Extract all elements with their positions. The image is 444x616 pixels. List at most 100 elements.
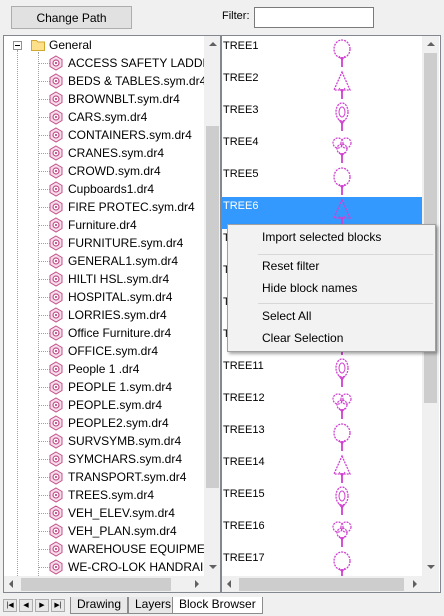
library-tree[interactable]: General ACCESS SAFETY LADDER.s BEDS & TAB… bbox=[3, 35, 221, 593]
menu-item-clear-selection[interactable]: Clear Selection bbox=[262, 331, 343, 345]
menu-item-select-all[interactable]: Select All bbox=[262, 309, 311, 323]
tab-layers[interactable]: Layers bbox=[128, 597, 179, 614]
block-item[interactable]: TREE4 bbox=[222, 133, 422, 165]
tree-item[interactable]: HILTI HSL.sym.dr4 bbox=[48, 270, 204, 288]
tree-item[interactable]: PEOPLE 1.sym.dr4 bbox=[48, 378, 204, 396]
tree-item[interactable]: LORRIES.sym.dr4 bbox=[48, 306, 204, 324]
symbol-file-icon bbox=[49, 109, 63, 125]
tree-item-label: CROWD.sym.dr4 bbox=[68, 164, 161, 178]
tree-symbol-icon bbox=[335, 486, 349, 515]
tree-item[interactable]: PEOPLE2.sym.dr4 bbox=[48, 414, 204, 432]
tree-vertical-scrollbar[interactable] bbox=[204, 36, 220, 576]
tree-item[interactable]: SURVSYMB.sym.dr4 bbox=[48, 432, 204, 450]
block-item[interactable]: TREE13 bbox=[222, 421, 422, 453]
block-item[interactable]: TREE5 bbox=[222, 165, 422, 197]
tree-item-label: LORRIES.sym.dr4 bbox=[68, 308, 167, 322]
tree-scroll-thumb[interactable] bbox=[206, 126, 219, 488]
tree-item[interactable]: ACCESS SAFETY LADDER.s bbox=[48, 54, 204, 72]
tree-item-label: FURNITURE.sym.dr4 bbox=[68, 236, 184, 250]
tree-item[interactable]: VEH_PLAN.sym.dr4 bbox=[48, 522, 204, 540]
list-horizontal-scrollbar[interactable] bbox=[222, 576, 422, 592]
tree-item[interactable]: CONTAINERS.sym.dr4 bbox=[48, 126, 204, 144]
scroll-right-arrow-icon[interactable] bbox=[195, 580, 199, 588]
block-name: TREE6 bbox=[223, 200, 259, 212]
first-tab-icon[interactable]: |◀ bbox=[3, 599, 17, 612]
block-item[interactable]: TREE1 bbox=[222, 37, 422, 69]
block-item[interactable]: TREE16 bbox=[222, 517, 422, 549]
tree-item[interactable]: TRANSPORT.sym.dr4 bbox=[48, 468, 204, 486]
scroll-up-arrow-icon[interactable] bbox=[427, 42, 435, 46]
tree-symbol-icon bbox=[335, 358, 349, 387]
tree-item[interactable]: CRANES.sym.dr4 bbox=[48, 144, 204, 162]
block-item[interactable]: TREE17 bbox=[222, 549, 422, 576]
tree-item[interactable]: HOSPITAL.sym.dr4 bbox=[48, 288, 204, 306]
context-menu: Import selected blocks Reset filter Hide… bbox=[227, 224, 436, 352]
tree-symbol-icon bbox=[332, 454, 352, 483]
tree-item[interactable]: BROWNBLT.sym.dr4 bbox=[48, 90, 204, 108]
prev-tab-icon[interactable]: ◀ bbox=[19, 599, 33, 612]
last-tab-icon[interactable]: ▶| bbox=[51, 599, 65, 612]
filter-input[interactable] bbox=[254, 7, 374, 28]
block-name: TREE16 bbox=[223, 520, 265, 532]
tree-root-label: General bbox=[49, 38, 92, 52]
tree-item[interactable]: Cupboards1.dr4 bbox=[48, 180, 204, 198]
block-item[interactable]: TREE2 bbox=[222, 69, 422, 101]
tree-item-label: VEH_PLAN.sym.dr4 bbox=[68, 524, 177, 538]
block-item[interactable]: TREE15 bbox=[222, 485, 422, 517]
tree-item[interactable]: SYMCHARS.sym.dr4 bbox=[48, 450, 204, 468]
tree-item[interactable]: WE-CRO-LOK HANDRAILI bbox=[48, 558, 204, 576]
symbol-file-icon bbox=[49, 199, 63, 215]
tree-horizontal-scrollbar[interactable] bbox=[4, 576, 204, 592]
tab-drawing[interactable]: Drawing bbox=[70, 597, 129, 614]
block-name: TREE12 bbox=[223, 392, 265, 404]
tree-item[interactable]: PEOPLE.sym.dr4 bbox=[48, 396, 204, 414]
scroll-down-arrow-icon[interactable] bbox=[427, 565, 435, 569]
block-name: TREE1 bbox=[223, 40, 259, 52]
tree-item[interactable]: Office Furniture.dr4 bbox=[48, 324, 204, 342]
symbol-file-icon bbox=[49, 397, 63, 413]
tree-item-label: PEOPLE 1.sym.dr4 bbox=[68, 380, 173, 394]
collapse-toggle[interactable] bbox=[13, 41, 22, 50]
tree-item-label: SYMCHARS.sym.dr4 bbox=[68, 452, 183, 466]
tree-hscroll-thumb[interactable] bbox=[21, 578, 171, 591]
tree-item-label: People 1 .dr4 bbox=[68, 362, 140, 376]
tree-item[interactable]: CARS.sym.dr4 bbox=[48, 108, 204, 126]
tree-item[interactable]: VEH_ELEV.sym.dr4 bbox=[48, 504, 204, 522]
menu-item-hide-block-names[interactable]: Hide block names bbox=[262, 281, 357, 295]
menu-item-reset-filter[interactable]: Reset filter bbox=[262, 259, 319, 273]
scroll-down-arrow-icon[interactable] bbox=[209, 565, 217, 569]
tree-item-label: ACCESS SAFETY LADDER.s bbox=[68, 56, 204, 70]
scroll-right-arrow-icon[interactable] bbox=[413, 580, 417, 588]
list-hscroll-thumb[interactable] bbox=[239, 578, 404, 591]
tree-item-label: FIRE PROTEC.sym.dr4 bbox=[68, 200, 195, 214]
tree-symbol-icon bbox=[333, 551, 351, 576]
block-item[interactable]: TREE3 bbox=[222, 101, 422, 133]
symbol-file-icon bbox=[49, 559, 63, 575]
tree-item[interactable]: FIRE PROTEC.sym.dr4 bbox=[48, 198, 204, 216]
sheet-tab-bar: |◀ ◀ ▶ ▶| Drawing Layers Block Browser bbox=[0, 595, 444, 616]
tree-item[interactable]: Furniture.dr4 bbox=[48, 216, 204, 234]
symbol-file-icon bbox=[49, 127, 63, 143]
tree-item[interactable]: CROWD.sym.dr4 bbox=[48, 162, 204, 180]
tree-item[interactable]: TREES.sym.dr4 bbox=[48, 486, 204, 504]
next-tab-icon[interactable]: ▶ bbox=[35, 599, 49, 612]
block-item[interactable]: TREE12 bbox=[222, 389, 422, 421]
tree-item[interactable]: BEDS & TABLES.sym.dr4 bbox=[48, 72, 204, 90]
scroll-up-arrow-icon[interactable] bbox=[209, 42, 217, 46]
block-item[interactable]: TREE14 bbox=[222, 453, 422, 485]
scroll-left-arrow-icon[interactable] bbox=[227, 580, 231, 588]
tree-item-label: Cupboards1.dr4 bbox=[68, 182, 155, 196]
tree-item[interactable]: FURNITURE.sym.dr4 bbox=[48, 234, 204, 252]
tab-block-browser[interactable]: Block Browser bbox=[172, 597, 263, 614]
symbol-file-icon bbox=[49, 343, 63, 359]
block-name: TREE14 bbox=[223, 456, 265, 468]
scroll-left-arrow-icon[interactable] bbox=[9, 580, 13, 588]
tree-item[interactable]: WAREHOUSE EQUIPMENT bbox=[48, 540, 204, 558]
tree-item[interactable]: GENERAL1.sym.dr4 bbox=[48, 252, 204, 270]
block-item[interactable]: TREE11 bbox=[222, 357, 422, 389]
tree-symbol-icon bbox=[332, 137, 352, 163]
change-path-button[interactable]: Change Path bbox=[11, 6, 132, 29]
tree-item[interactable]: People 1 .dr4 bbox=[48, 360, 204, 378]
menu-item-import-selected-blocks[interactable]: Import selected blocks bbox=[262, 230, 381, 244]
tree-item[interactable]: OFFICE.sym.dr4 bbox=[48, 342, 204, 360]
